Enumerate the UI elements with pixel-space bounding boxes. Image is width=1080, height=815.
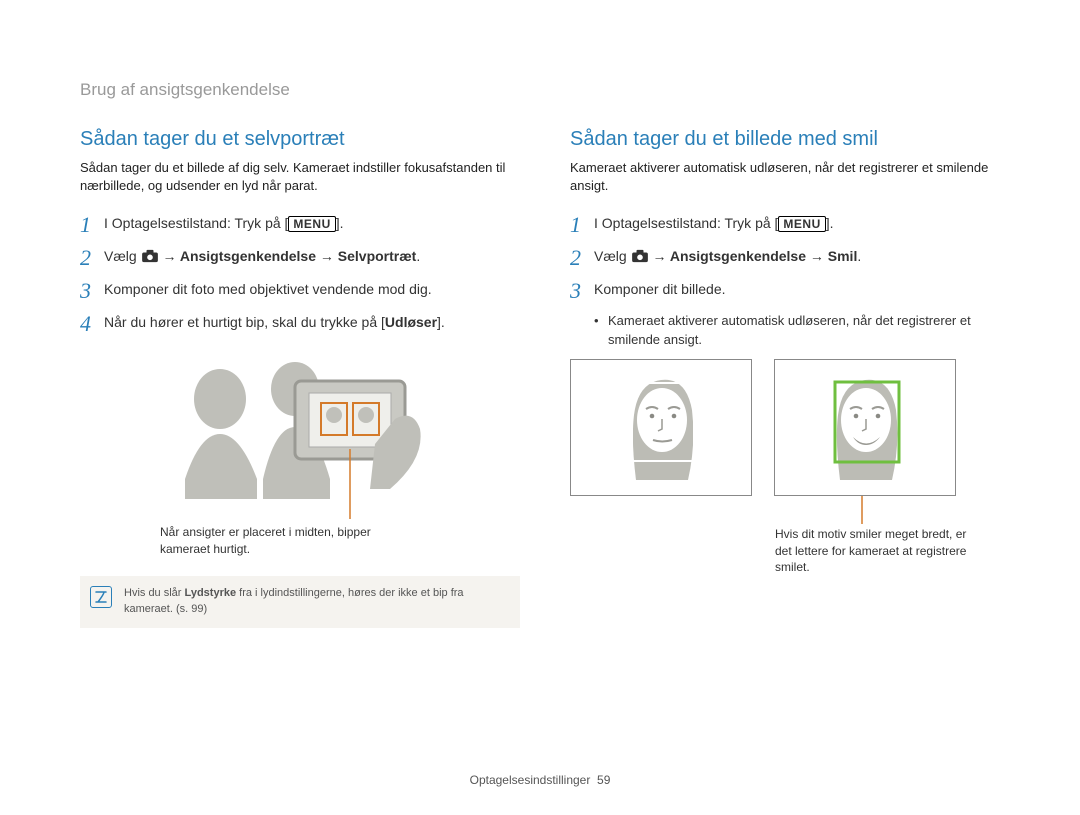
step-text: Når du hører et hurtigt bip, skal du try… [104,314,385,330]
left-step-2: Vælg → Ansigtsgenkendelse → Selvportræt. [80,246,520,269]
left-illustration: Når ansigter er placeret i midten, bippe… [80,349,520,558]
step-text: Komponer dit billede. [594,279,1010,300]
camera-icon [631,249,649,263]
step-text-bold: → Ansigtsgenkendelse → Smil [649,248,858,264]
right-column: Sådan tager du et billede med smil Kamer… [570,128,1010,628]
left-intro: Sådan tager du et billede af dig selv. K… [80,159,520,195]
left-step-1: I Optagelsestilstand: Tryk på [MENU]. [80,213,520,236]
menu-button-label: MENU [778,216,825,232]
step-text: I Optagelsestilstand: Tryk på [ [104,215,288,231]
left-heading: Sådan tager du et selvportræt [80,128,520,151]
right-step-3: Komponer dit billede. [570,279,1010,302]
note-icon [90,586,112,608]
step-text: ]. [437,314,445,330]
step-text: ]. [336,215,344,231]
step-text: . [857,248,861,264]
right-step-1: I Optagelsestilstand: Tryk på [MENU]. [570,213,1010,236]
note-box: Hvis du slår Lydstyrke fra i lydindstill… [80,576,520,628]
camera-icon [141,249,159,263]
right-bullet: Kameraet aktiverer automatisk udløseren,… [608,312,1010,348]
step-text: ]. [826,215,834,231]
page-footer: Optagelsesindstillinger 59 [0,773,1080,787]
face-neutral-illustration [576,365,746,490]
left-column: Sådan tager du et selvportræt Sådan tage… [80,128,520,628]
note-text: Hvis du slår [124,587,185,599]
face-panel-1 [570,359,752,496]
right-steps: I Optagelsestilstand: Tryk på [MENU]. Væ… [570,213,1010,302]
content-columns: Sådan tager du et selvportræt Sådan tage… [80,128,1010,628]
selfie-illustration [145,349,455,524]
step-text: Vælg [104,248,141,264]
left-step-3: Komponer dit foto med objektivet vendend… [80,279,520,302]
step-text: Komponer dit foto med objektivet vendend… [104,279,520,300]
shutter-label: Udløser [385,314,437,330]
step-text: I Optagelsestilstand: Tryk på [ [594,215,778,231]
right-heading: Sådan tager du et billede med smil [570,128,1010,151]
note-bold: Lydstyrke [185,587,237,599]
face-panel-2 [774,359,956,496]
right-step-2: Vælg → Ansigtsgenkendelse → Smil. [570,246,1010,269]
left-steps: I Optagelsestilstand: Tryk på [MENU]. Væ… [80,213,520,335]
menu-button-label: MENU [288,216,335,232]
left-caption: Når ansigter er placeret i midten, bippe… [160,524,390,558]
step-text: Vælg [594,248,631,264]
callout-connector [570,496,972,526]
step-text: . [416,248,420,264]
breadcrumb: Brug af ansigtsgenkendelse [80,80,1010,100]
footer-page-number: 59 [597,773,610,787]
face-smile-illustration [780,365,950,490]
footer-section: Optagelsesindstillinger [470,773,591,787]
right-caption: Hvis dit motiv smiler meget bredt, er de… [775,526,975,576]
left-step-4: Når du hører et hurtigt bip, skal du try… [80,312,520,335]
smile-panels [570,359,1010,496]
right-intro: Kameraet aktiverer automatisk udløseren,… [570,159,1010,195]
step-text-bold: → Ansigtsgenkendelse → Selvportræt [159,248,417,264]
